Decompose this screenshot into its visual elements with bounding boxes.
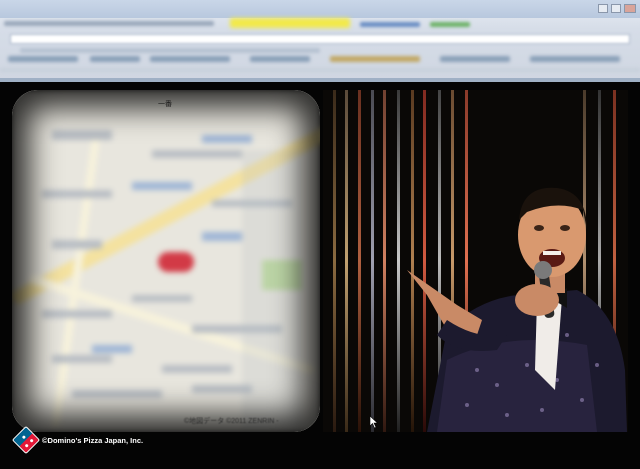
bookmark-item[interactable] xyxy=(90,56,140,62)
menu-bar xyxy=(20,48,320,53)
map-copyright: ©地図データ ©2011 ZENRIN - xyxy=(184,418,279,425)
tab-active[interactable] xyxy=(230,18,350,28)
brand-footer: ©Domino's Pizza Japan, Inc. xyxy=(11,425,144,455)
copyright-text: ©Domino's Pizza Japan, Inc. xyxy=(42,435,144,445)
address-bar[interactable] xyxy=(10,34,630,44)
map-panel[interactable]: 一番 xyxy=(12,90,320,432)
tab-strip xyxy=(4,21,214,26)
close-icon[interactable] xyxy=(624,4,636,13)
bookmark-item[interactable] xyxy=(530,56,620,62)
performer-figure xyxy=(407,187,627,432)
tab-blue[interactable] xyxy=(360,22,420,27)
bookmark-item[interactable] xyxy=(250,56,310,62)
title-bar xyxy=(0,0,640,18)
tab-green[interactable] xyxy=(430,22,470,27)
browser-chrome xyxy=(0,0,640,82)
bookmark-item[interactable] xyxy=(440,56,510,62)
page-content: 一番 ©地図データ ©2011 ZENRIN - ©Domino's Pizza… xyxy=(0,82,640,469)
bookmark-item[interactable] xyxy=(150,56,230,62)
maximize-icon[interactable] xyxy=(611,4,621,13)
dominos-logo-icon[interactable] xyxy=(11,425,41,455)
bookmark-item[interactable] xyxy=(8,56,78,62)
minimize-icon[interactable] xyxy=(598,4,608,13)
tv-frame xyxy=(12,90,320,432)
video-panel[interactable] xyxy=(323,90,628,432)
mouse-cursor-icon xyxy=(370,416,378,428)
status-strip xyxy=(0,68,640,72)
bookmark-item[interactable] xyxy=(330,56,420,62)
